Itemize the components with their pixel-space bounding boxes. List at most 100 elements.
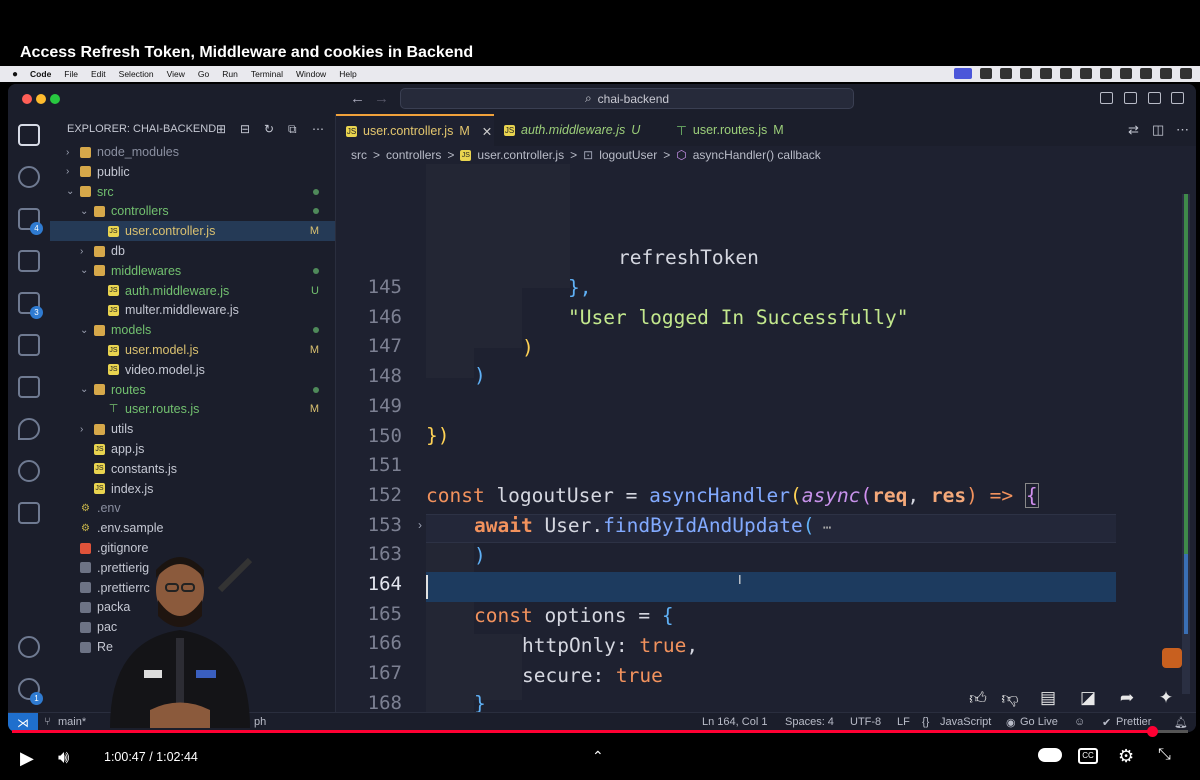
- tree-folder[interactable]: ⌄ controllers: [50, 201, 335, 221]
- more-actions-icon[interactable]: ⋯: [312, 122, 324, 136]
- copilot-icon[interactable]: ☺: [1074, 716, 1085, 728]
- tab-auth-middleware[interactable]: JS auth.middleware.js U: [494, 114, 666, 146]
- breadcrumb-item[interactable]: src: [351, 148, 367, 162]
- status-icon[interactable]: [1020, 68, 1032, 79]
- share-icon[interactable]: ➦: [1117, 688, 1137, 708]
- branch-name[interactable]: main*: [58, 716, 86, 728]
- account-icon[interactable]: [18, 636, 40, 658]
- tree-file[interactable]: ⚙ .env: [50, 498, 335, 518]
- tree-file[interactable]: JS video.model.js: [50, 360, 335, 380]
- tree-folder[interactable]: › node_modules: [50, 142, 335, 162]
- tree-file[interactable]: JS user.controller.js M: [50, 221, 335, 242]
- chevron-up-icon[interactable]: ⌃: [592, 748, 604, 765]
- tree-file[interactable]: JS auth.middleware.js U: [50, 281, 335, 301]
- go-live-button[interactable]: Go Live: [1020, 716, 1058, 728]
- bluetooth-icon[interactable]: [1060, 68, 1072, 79]
- menu-view[interactable]: View: [167, 69, 185, 79]
- autoplay-toggle[interactable]: [1038, 748, 1062, 762]
- encoding[interactable]: UTF-8: [850, 716, 881, 728]
- menu-window[interactable]: Window: [296, 69, 326, 79]
- dislike-icon[interactable]: 👎︎: [1000, 688, 1020, 708]
- new-file-icon[interactable]: ⊞: [216, 122, 226, 136]
- comments-icon[interactable]: [18, 502, 40, 524]
- toggle-sidebar-icon[interactable]: [1100, 92, 1113, 104]
- run-debug-icon[interactable]: [18, 250, 40, 272]
- fold-chevron-icon[interactable]: ›: [418, 518, 422, 532]
- menu-terminal[interactable]: Terminal: [251, 69, 283, 79]
- command-center[interactable]: ⌕ chai-backend: [400, 88, 854, 109]
- menu-selection[interactable]: Selection: [119, 69, 154, 79]
- menu-edit[interactable]: Edit: [91, 69, 106, 79]
- control-center-icon[interactable]: [1160, 68, 1172, 79]
- toggle-secondary-sidebar-icon[interactable]: [1148, 92, 1161, 104]
- cup-icon[interactable]: [1162, 648, 1182, 668]
- menu-go[interactable]: Go: [198, 69, 209, 79]
- tree-file[interactable]: ⊤ user.routes.js M: [50, 399, 335, 419]
- forward-arrow-icon[interactable]: →: [374, 90, 389, 107]
- breadcrumb-item[interactable]: user.controller.js: [477, 148, 564, 162]
- tree-file[interactable]: JS user.model.js M: [50, 340, 335, 360]
- open-changes-icon[interactable]: ⇄: [1128, 122, 1139, 138]
- language-mode[interactable]: JavaScript: [940, 716, 991, 728]
- tree-folder[interactable]: › public: [50, 162, 335, 182]
- close-icon[interactable]: ✕: [482, 124, 492, 139]
- explorer-icon[interactable]: [18, 124, 40, 146]
- sparkle-icon[interactable]: ✦: [1156, 688, 1176, 708]
- code-editor[interactable]: I › 145 146 147 148 149 150 151 152 153 163 164 165…: [336, 164, 1196, 712]
- close-window-button[interactable]: [22, 94, 32, 104]
- breadcrumb-item[interactable]: asyncHandler() callback: [693, 148, 821, 162]
- tree-folder[interactable]: › db: [50, 241, 335, 261]
- indentation[interactable]: Spaces: 4: [785, 716, 834, 728]
- collapse-all-icon[interactable]: ⧉: [288, 122, 297, 137]
- menu-file[interactable]: File: [64, 69, 78, 79]
- notifications-bell-icon[interactable]: 🔔︎: [1174, 716, 1188, 729]
- split-editor-icon[interactable]: ◫: [1152, 122, 1164, 138]
- toggle-panel-icon[interactable]: [1124, 92, 1137, 104]
- editor-more-icon[interactable]: ⋯: [1176, 122, 1189, 138]
- scrollbar-thumb[interactable]: [1184, 554, 1188, 634]
- siri-icon[interactable]: [1180, 68, 1192, 79]
- tab-user-routes[interactable]: ⊤ user.routes.js M: [666, 114, 812, 146]
- fullscreen-exit-icon[interactable]: ⤡: [1158, 746, 1171, 764]
- breadcrumb-item[interactable]: controllers: [386, 148, 441, 162]
- back-arrow-icon[interactable]: ←: [350, 90, 365, 107]
- docker-icon[interactable]: [18, 376, 40, 398]
- comment-icon[interactable]: ▤: [1038, 688, 1058, 708]
- tree-file[interactable]: JS multer.middleware.js: [50, 300, 335, 320]
- tree-file[interactable]: JS index.js: [50, 479, 335, 499]
- menu-run[interactable]: Run: [222, 69, 238, 79]
- status-icon[interactable]: [1040, 68, 1052, 79]
- minimize-window-button[interactable]: [36, 94, 46, 104]
- screen-share-icon[interactable]: [954, 68, 972, 79]
- thunder-client-icon[interactable]: [18, 460, 40, 482]
- search-icon[interactable]: [1140, 68, 1152, 79]
- cursor-position[interactable]: Ln 164, Col 1: [702, 716, 767, 728]
- breadcrumb-item[interactable]: logoutUser: [599, 148, 657, 162]
- menu-help[interactable]: Help: [339, 69, 356, 79]
- refresh-icon[interactable]: ↻: [264, 122, 274, 136]
- like-icon[interactable]: 👍︎: [968, 688, 988, 708]
- tree-folder[interactable]: ⌄ models: [50, 320, 335, 340]
- tree-file[interactable]: JS app.js: [50, 439, 335, 459]
- tree-folder[interactable]: ⌄ src: [50, 182, 335, 202]
- play-icon[interactable]: ▶: [20, 748, 34, 769]
- line-ending[interactable]: LF: [897, 716, 910, 728]
- menu-code[interactable]: Code: [30, 69, 51, 79]
- search-icon[interactable]: [18, 166, 40, 188]
- chat-icon[interactable]: ◪: [1078, 688, 1098, 708]
- folded-code-ellipsis[interactable]: ⋯: [815, 520, 831, 536]
- tab-user-controller[interactable]: JS user.controller.js M ✕: [336, 114, 494, 146]
- wifi-icon[interactable]: [1120, 68, 1132, 79]
- battery-icon[interactable]: [1080, 68, 1092, 79]
- tree-folder[interactable]: ⌄ routes: [50, 380, 335, 400]
- captions-icon[interactable]: CC: [1078, 748, 1098, 764]
- apple-icon[interactable]: ●: [12, 69, 18, 80]
- status-icon[interactable]: [980, 68, 992, 79]
- tree-folder[interactable]: › utils: [50, 419, 335, 439]
- tree-folder[interactable]: ⌄ middlewares: [50, 261, 335, 281]
- remote-explorer-icon[interactable]: [18, 334, 40, 356]
- display-icon[interactable]: [1100, 68, 1112, 79]
- customize-layout-icon[interactable]: [1171, 92, 1184, 104]
- mongodb-leaf-icon[interactable]: [18, 418, 40, 440]
- tree-file[interactable]: JS constants.js: [50, 459, 335, 479]
